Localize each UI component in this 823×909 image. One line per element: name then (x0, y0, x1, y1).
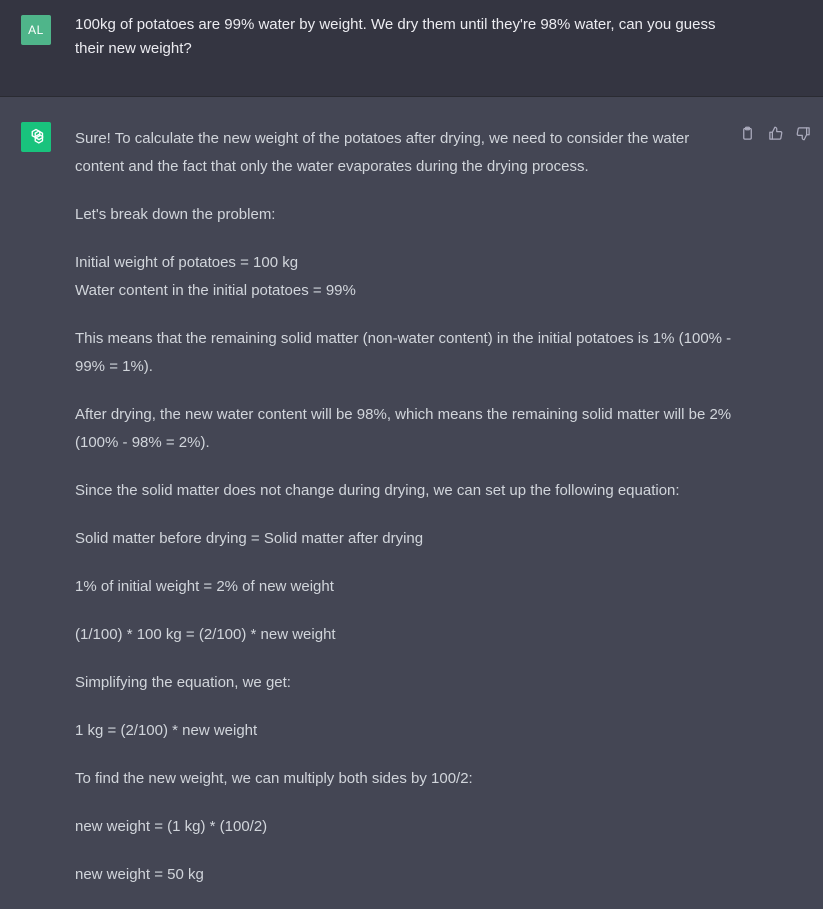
clipboard-icon (743, 126, 752, 140)
assistant-avatar (21, 122, 51, 152)
openai-logo-icon (31, 128, 44, 144)
assistant-message-row: Sure! To calculate the new weight of the… (0, 97, 823, 888)
user-message-row: AL 100kg of potatoes are 99% water by we… (0, 0, 823, 97)
assistant-paragraph: Initial weight of potatoes = 100 kg Wate… (75, 249, 735, 305)
thumbs-up-icon (769, 126, 783, 140)
assistant-paragraph: (1/100) * 100 kg = (2/100) * new weight (75, 626, 336, 643)
assistant-paragraph: To find the new weight, we can multiply … (75, 770, 473, 787)
assistant-paragraph: 1% of initial weight = 2% of new weight (75, 578, 334, 595)
assistant-message-text: Sure! To calculate the new weight of the… (75, 125, 735, 909)
assistant-paragraph: new weight = (1 kg) * (100/2) (75, 818, 268, 835)
thumbs-up-button[interactable] (766, 124, 785, 143)
assistant-line: Water content in the initial potatoes = … (75, 282, 356, 299)
assistant-paragraph: Sure! To calculate the new weight of the… (75, 130, 690, 175)
assistant-paragraph: Solid matter before drying = Solid matte… (75, 530, 424, 547)
assistant-paragraph: new weight = 50 kg (75, 866, 204, 883)
assistant-line: Initial weight of potatoes = 100 kg (75, 254, 299, 271)
assistant-paragraph: Since the solid matter does not change d… (75, 482, 680, 499)
assistant-paragraph: After drying, the new water content will… (75, 406, 732, 451)
copy-button[interactable] (738, 124, 757, 143)
user-message-text: 100kg of potatoes are 99% water by weigh… (75, 16, 716, 57)
user-avatar: AL (21, 15, 51, 45)
message-actions (738, 124, 813, 143)
assistant-paragraph: 1 kg = (2/100) * new weight (75, 722, 258, 739)
assistant-paragraph: This means that the remaining solid matt… (75, 330, 732, 375)
assistant-paragraph: Let's break down the problem: (75, 206, 276, 223)
thumbs-down-icon (796, 127, 810, 141)
thumbs-down-button[interactable] (794, 124, 813, 143)
assistant-paragraph: Simplifying the equation, we get: (75, 674, 291, 691)
